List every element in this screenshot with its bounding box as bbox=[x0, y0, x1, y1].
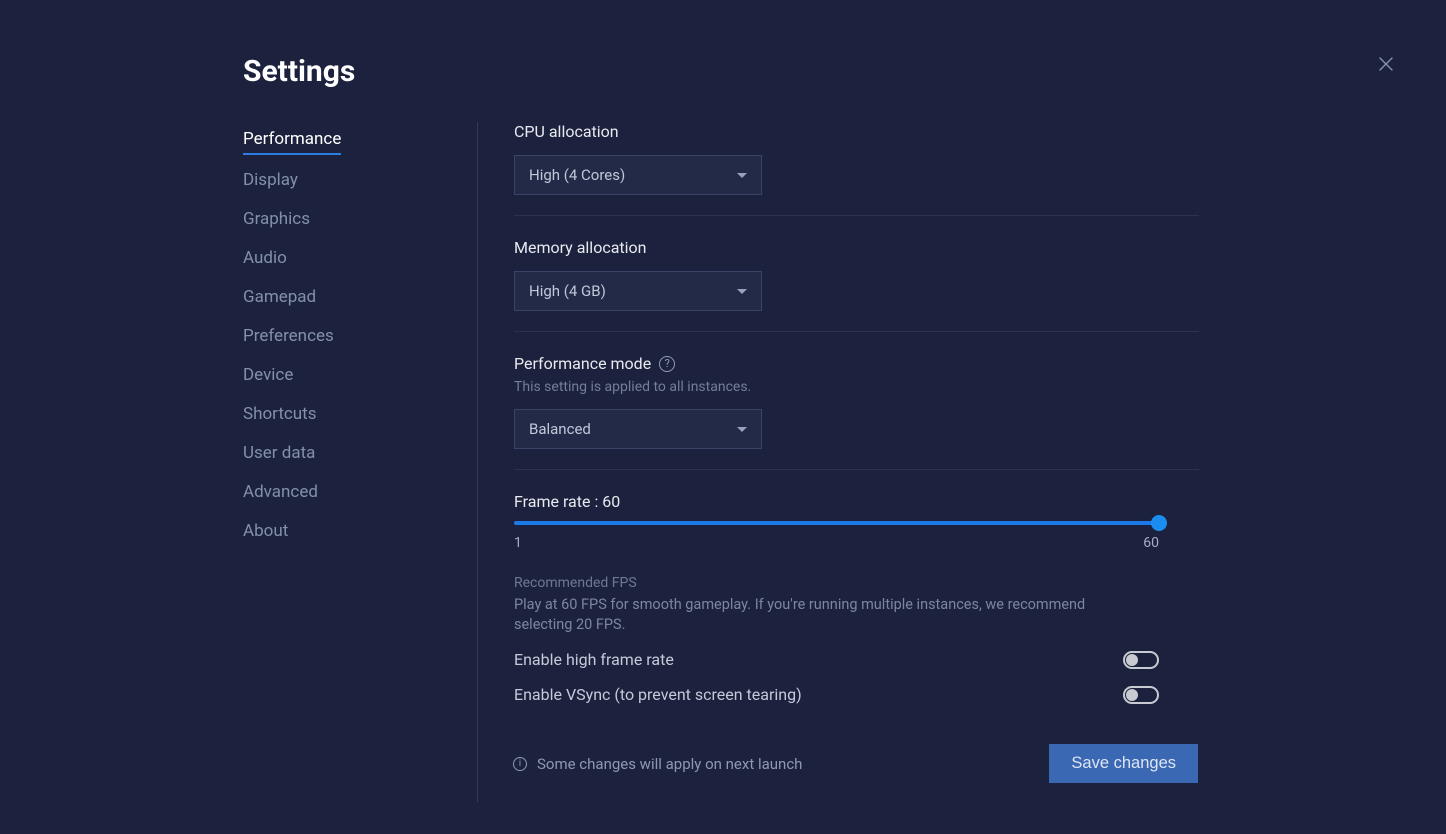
sidebar-item-about[interactable]: About bbox=[243, 521, 423, 545]
toggle-knob bbox=[1126, 654, 1138, 666]
memory-select[interactable]: High (4 GB) bbox=[514, 271, 762, 311]
chevron-down-icon bbox=[737, 173, 747, 178]
info-icon: i bbox=[513, 757, 527, 771]
perfmode-select[interactable]: Balanced bbox=[514, 409, 762, 449]
framerate-slider[interactable] bbox=[514, 521, 1159, 525]
sidebar: Performance Display Graphics Audio Gamep… bbox=[243, 129, 423, 560]
sidebar-item-gamepad[interactable]: Gamepad bbox=[243, 287, 423, 311]
sidebar-item-userdata[interactable]: User data bbox=[243, 443, 423, 467]
cpu-select-value: High (4 Cores) bbox=[529, 166, 625, 184]
perfmode-label: Performance mode ? bbox=[514, 354, 1199, 373]
perfmode-select-value: Balanced bbox=[529, 420, 591, 438]
high-framerate-toggle[interactable] bbox=[1123, 651, 1159, 669]
memory-select-value: High (4 GB) bbox=[529, 282, 606, 300]
vsync-toggle[interactable] bbox=[1123, 686, 1159, 704]
framerate-min: 1 bbox=[514, 535, 522, 551]
footer-note-text: Some changes will apply on next launch bbox=[537, 755, 802, 773]
cpu-label: CPU allocation bbox=[514, 122, 1199, 141]
perfmode-section: Performance mode ? This setting is appli… bbox=[514, 354, 1199, 470]
footer-note: i Some changes will apply on next launch bbox=[513, 755, 802, 773]
recommended-fps-body: Play at 60 FPS for smooth gameplay. If y… bbox=[514, 595, 1144, 634]
main-panel: CPU allocation High (4 Cores) Memory all… bbox=[477, 122, 1199, 802]
sidebar-item-display[interactable]: Display bbox=[243, 170, 423, 194]
chevron-down-icon bbox=[737, 289, 747, 294]
vsync-row: Enable VSync (to prevent screen tearing) bbox=[514, 685, 1159, 704]
help-icon[interactable]: ? bbox=[659, 356, 675, 372]
high-framerate-row: Enable high frame rate bbox=[514, 650, 1159, 669]
sidebar-item-shortcuts[interactable]: Shortcuts bbox=[243, 404, 423, 428]
framerate-max: 60 bbox=[1143, 535, 1159, 551]
sidebar-item-audio[interactable]: Audio bbox=[243, 248, 423, 272]
page-title: Settings bbox=[243, 54, 355, 89]
high-framerate-label: Enable high frame rate bbox=[514, 650, 674, 669]
chevron-down-icon bbox=[737, 427, 747, 432]
memory-section: Memory allocation High (4 GB) bbox=[514, 238, 1199, 332]
sidebar-item-preferences[interactable]: Preferences bbox=[243, 326, 423, 350]
recommended-fps-head: Recommended FPS bbox=[514, 575, 1199, 591]
memory-label: Memory allocation bbox=[514, 238, 1199, 257]
sidebar-item-performance[interactable]: Performance bbox=[243, 129, 341, 155]
save-changes-button[interactable]: Save changes bbox=[1049, 744, 1198, 783]
close-icon bbox=[1375, 53, 1397, 75]
toggle-knob bbox=[1126, 689, 1138, 701]
cpu-select[interactable]: High (4 Cores) bbox=[514, 155, 762, 195]
close-button[interactable] bbox=[1375, 53, 1397, 75]
framerate-section: Frame rate : 60 1 60 Recommended FPS Pla… bbox=[514, 492, 1199, 724]
framerate-label: Frame rate : 60 bbox=[514, 492, 1159, 511]
sidebar-item-graphics[interactable]: Graphics bbox=[243, 209, 423, 233]
perfmode-label-text: Performance mode bbox=[514, 354, 651, 373]
cpu-section: CPU allocation High (4 Cores) bbox=[514, 122, 1199, 216]
vsync-label: Enable VSync (to prevent screen tearing) bbox=[514, 685, 802, 704]
sidebar-item-device[interactable]: Device bbox=[243, 365, 423, 389]
perfmode-sublabel: This setting is applied to all instances… bbox=[514, 379, 1199, 395]
slider-thumb[interactable] bbox=[1151, 515, 1167, 531]
sidebar-item-advanced[interactable]: Advanced bbox=[243, 482, 423, 506]
footer: i Some changes will apply on next launch… bbox=[513, 744, 1198, 783]
